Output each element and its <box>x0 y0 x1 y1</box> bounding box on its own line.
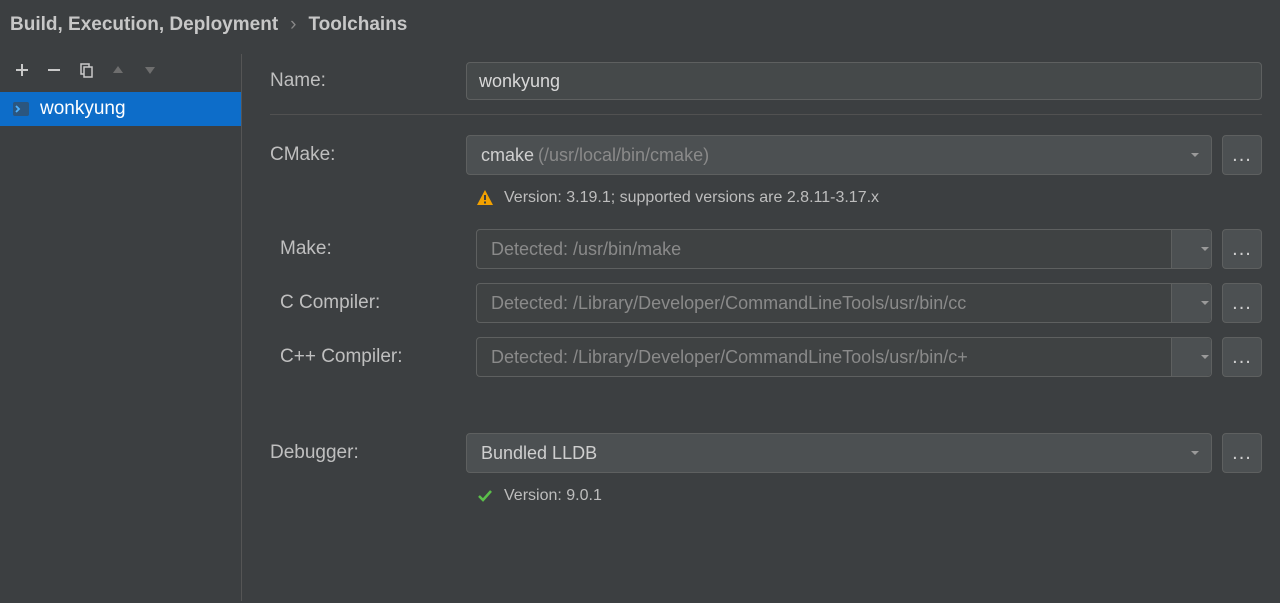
breadcrumb-parent[interactable]: Build, Execution, Deployment <box>10 14 278 36</box>
chevron-down-icon <box>1189 149 1201 161</box>
ccompiler-combo[interactable]: Detected: /Library/Developer/CommandLine… <box>476 283 1212 323</box>
debugger-browse-button[interactable]: ... <box>1222 433 1262 473</box>
cmake-status-text: Version: 3.19.1; supported versions are … <box>504 189 879 207</box>
debugger-status: Version: 9.0.1 <box>476 487 1262 505</box>
cmake-label: CMake: <box>270 144 466 166</box>
remove-button[interactable] <box>40 58 68 82</box>
check-icon <box>476 487 494 505</box>
toolchain-item[interactable]: wonkyung <box>0 92 241 126</box>
debugger-value: Bundled LLDB <box>481 443 597 464</box>
toolchains-sidebar: wonkyung <box>0 54 242 601</box>
move-down-button[interactable] <box>136 58 164 82</box>
breadcrumb: Build, Execution, Deployment › Toolchain… <box>0 0 1280 54</box>
chevron-down-icon <box>1199 297 1211 309</box>
ccompiler-browse-button[interactable]: ... <box>1222 283 1262 323</box>
debugger-label: Debugger: <box>270 442 466 464</box>
toolchain-form: Name: CMake: cmake (/usr/local/bin/cmake… <box>242 54 1280 601</box>
warning-icon <box>476 189 494 207</box>
chevron-down-icon <box>1199 243 1211 255</box>
make-placeholder: Detected: /usr/bin/make <box>491 239 681 260</box>
make-label: Make: <box>280 238 476 260</box>
chevron-right-icon: › <box>290 14 296 36</box>
debugger-combo[interactable]: Bundled LLDB <box>466 433 1212 473</box>
cmake-combo[interactable]: cmake (/usr/local/bin/cmake) <box>466 135 1212 175</box>
toolchain-list: wonkyung <box>0 92 241 601</box>
add-button[interactable] <box>8 58 36 82</box>
toolchain-item-label: wonkyung <box>40 98 126 120</box>
terminal-icon <box>12 100 30 118</box>
cxxcompiler-browse-button[interactable]: ... <box>1222 337 1262 377</box>
cmake-status: Version: 3.19.1; supported versions are … <box>476 189 1262 207</box>
make-combo[interactable]: Detected: /usr/bin/make <box>476 229 1212 269</box>
divider <box>270 114 1262 115</box>
cmake-browse-button[interactable]: ... <box>1222 135 1262 175</box>
cxxcompiler-combo[interactable]: Detected: /Library/Developer/CommandLine… <box>476 337 1212 377</box>
move-up-button[interactable] <box>104 58 132 82</box>
chevron-down-icon <box>1199 351 1211 363</box>
sidebar-toolbar <box>0 54 241 92</box>
make-browse-button[interactable]: ... <box>1222 229 1262 269</box>
name-label: Name: <box>270 70 466 92</box>
chevron-down-icon <box>1189 447 1201 459</box>
cmake-value: cmake <box>481 145 534 166</box>
cxxcompiler-label: C++ Compiler: <box>280 346 476 368</box>
name-input[interactable] <box>466 62 1262 100</box>
copy-button[interactable] <box>72 58 100 82</box>
cmake-hint: (/usr/local/bin/cmake) <box>538 145 709 166</box>
ccompiler-placeholder: Detected: /Library/Developer/CommandLine… <box>491 293 966 314</box>
ccompiler-label: C Compiler: <box>280 292 476 314</box>
cxxcompiler-placeholder: Detected: /Library/Developer/CommandLine… <box>491 347 968 368</box>
debugger-status-text: Version: 9.0.1 <box>504 487 602 505</box>
breadcrumb-current: Toolchains <box>308 14 407 36</box>
